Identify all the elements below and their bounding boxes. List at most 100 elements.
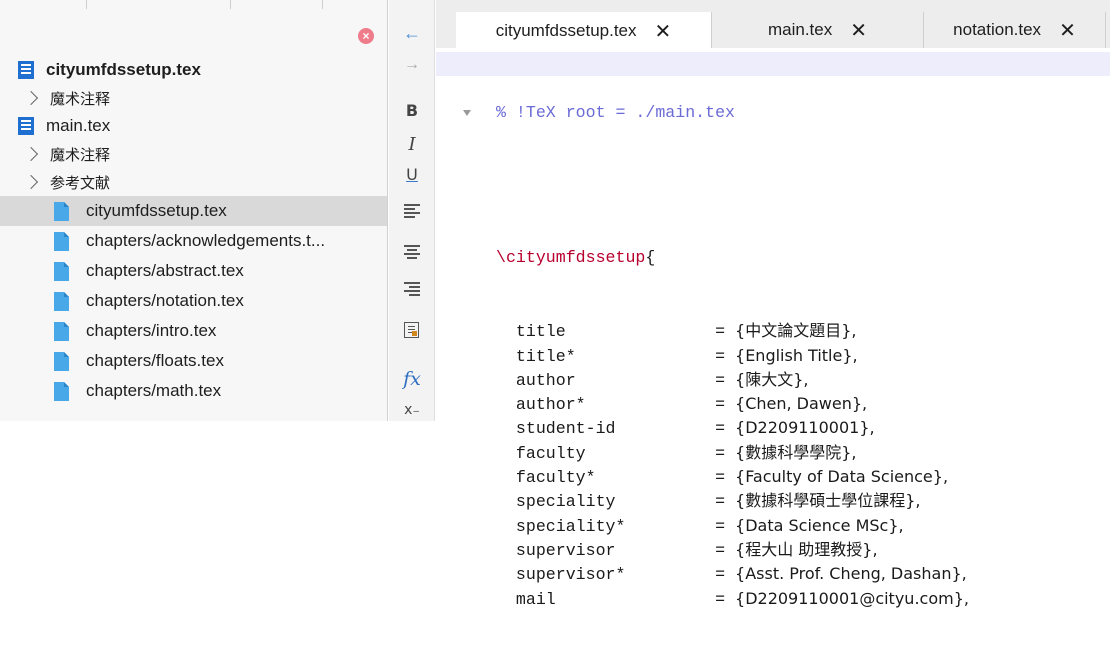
key-value-line: mail = {D2209110001@cityu.com}, [515,588,969,609]
tab-main[interactable]: main.tex ✕ [712,12,924,48]
structure-tree: cityumfdssetup.tex 魔术注释 main.tex 魔术注释参考文献 ci… [0,56,387,406]
insert-citation-icon[interactable] [404,322,419,338]
comment-line: % !TeX root = ./main.tex [496,102,735,122]
document-icon [53,351,86,372]
field-value: {D2209110001@cityu.com}, [735,588,969,608]
tree-file-item[interactable]: chapters/math.tex [0,376,387,406]
field-value: {數據科學學院}, [735,442,857,462]
tex-file-icon [18,61,34,79]
tree-item-label: 魔术注释 [50,90,111,108]
field-key: author [515,370,576,390]
editor-toolbar: ← → B I U fx x₋ [389,0,435,421]
underline-button[interactable]: U [389,165,435,184]
fold-toggle-icon[interactable] [463,110,471,116]
tree-root-file[interactable]: cityumfdssetup.tex [0,56,387,84]
field-key: speciality* [515,516,626,536]
tree-item-label: 参考文献 [50,174,111,192]
field-key: supervisor* [515,565,626,585]
chevron-right-icon[interactable] [23,90,39,106]
tab-notation[interactable]: notation.tex ✕ [924,12,1106,48]
field-value: {陳大文}, [735,369,809,389]
tree-item-label: 魔术注释 [50,146,111,164]
align-center-icon[interactable] [404,244,420,260]
tab-cityumfdssetup[interactable]: cityumfdssetup.tex ✕ [456,12,712,49]
tree-item-label: chapters/notation.tex [86,291,244,310]
navigate-back-button[interactable]: ← [389,23,435,44]
tree-section[interactable]: 参考文献 [0,168,387,196]
command-line: \cityumfdssetup{ [496,246,969,270]
field-key: student-id [515,419,616,439]
close-panel-icon[interactable]: × [358,28,374,44]
open-brace: { [645,248,656,268]
document-icon [53,201,86,222]
document-icon [53,291,86,312]
tree-item-label: chapters/intro.tex [86,321,217,340]
chevron-right-icon[interactable] [23,174,39,190]
key-value-line: speciality = {數據科學碩士學位課程}, [515,491,921,512]
field-value: {程大山 助理教授}, [735,539,878,559]
sidebar-top-divider [0,0,387,10]
project-sidebar: × cityumfdssetup.tex 魔术注释 main.tex 魔术注释参考文献… [0,0,388,421]
tree-item-label: chapters/floats.tex [86,351,224,370]
tab-close-icon[interactable]: ✕ [1059,18,1076,42]
key-value-line: author* = {Chen, Dawen}, [515,394,868,415]
field-value: {Chen, Dawen}, [735,394,868,414]
field-key: title [515,322,566,342]
tree-item-label: chapters/abstract.tex [86,261,244,280]
key-value-line: title = {中文論文題目}, [515,321,857,342]
field-value: {D2209110001}, [735,418,875,438]
align-left-icon[interactable] [404,203,420,219]
key-value-line: supervisor = {程大山 助理教授}, [515,539,878,560]
tex-file-icon [18,117,34,135]
field-value: {Data Science MSc}, [735,515,904,535]
subscript-button[interactable]: x₋ [389,402,435,418]
tree-item-label: chapters/acknowledgements.t... [86,231,326,250]
code-text[interactable]: % !TeX root = ./main.tex \cityumfdssetup… [496,52,969,659]
tree-file-item[interactable]: cityumfdssetup.tex [0,196,387,226]
document-icon [53,381,86,402]
navigate-forward-button[interactable]: → [389,56,435,74]
tree-file-item[interactable]: chapters/intro.tex [0,316,387,346]
tab-label: notation.tex [953,20,1042,39]
tree-item-label: chapters/math.tex [86,381,222,400]
key-value-line: faculty = {數據科學學院}, [515,442,857,463]
italic-button[interactable]: I [389,134,435,155]
editor-tab-bar: cityumfdssetup.tex ✕ main.tex ✕ notation… [436,0,1110,49]
key-value-line: supervisor* = {Asst. Prof. Cheng, Dashan… [515,564,967,585]
field-value: {English Title}, [735,345,858,365]
code-editor[interactable]: % !TeX root = ./main.tex \cityumfdssetup… [436,48,1110,609]
bold-button[interactable]: B [389,101,435,120]
math-function-button[interactable]: fx [389,368,435,390]
tree-section[interactable]: 魔术注释 [0,140,387,168]
field-key: speciality [515,492,616,512]
tab-close-icon[interactable]: ✕ [850,18,867,42]
field-key: author* [515,395,586,415]
tree-section[interactable]: 魔术注释 [0,84,387,112]
field-key: supervisor [515,540,616,560]
field-value: {中文論文題目}, [735,321,857,341]
document-icon [53,261,86,282]
tree-file-item[interactable]: chapters/floats.tex [0,346,387,376]
tree-item-label: cityumfdssetup.tex [46,60,201,79]
chevron-right-icon[interactable] [23,146,39,162]
tree-file-item[interactable]: chapters/notation.tex [0,286,387,316]
key-value-line: speciality* = {Data Science MSc}, [515,515,904,536]
key-value-line: student-id = {D2209110001}, [515,418,875,439]
latex-command: \cityumfdssetup [496,248,646,268]
field-value: {Asst. Prof. Cheng, Dashan}, [735,564,967,584]
tab-label: main.tex [767,20,833,39]
tree-root-file[interactable]: main.tex [0,112,387,140]
tab-label: cityumfdssetup.tex [495,20,637,40]
field-key: mail [515,589,556,609]
tab-close-icon[interactable]: ✕ [655,19,672,43]
key-value-line: author = {陳大文}, [515,369,809,390]
tree-file-item[interactable]: chapters/acknowledgements.t... [0,226,387,256]
key-value-line: faculty* = {Faculty of Data Science}, [515,467,949,488]
tree-file-item[interactable]: chapters/abstract.tex [0,256,387,286]
field-value: {Faculty of Data Science}, [735,467,949,487]
tree-item-label: cityumfdssetup.tex [86,201,227,220]
document-icon [53,321,86,342]
align-right-icon[interactable] [404,281,420,297]
document-icon [53,231,86,252]
